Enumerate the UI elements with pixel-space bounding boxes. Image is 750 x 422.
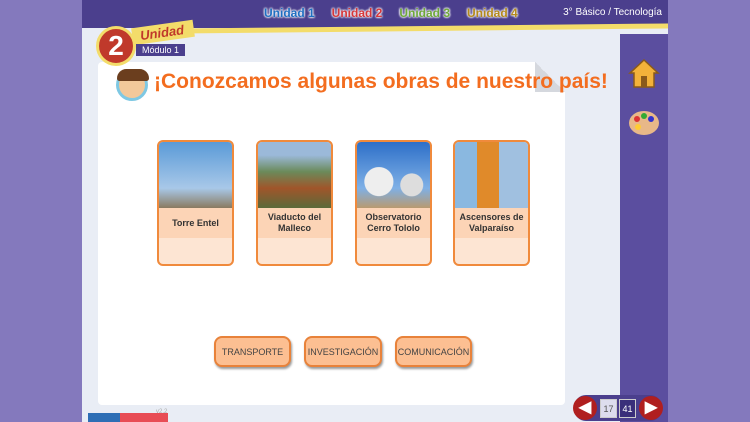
tile-viaducto[interactable]: Viaducto del Malleco [256,140,333,266]
total-pages: 41 [619,399,636,418]
unit-1-link[interactable]: Unidad 1 [264,6,315,20]
unit-nav: Unidad 1 Unidad 2 Unidad 3 Unidad 4 [264,6,518,20]
transporte-button[interactable]: TRANSPORTE [214,336,291,367]
next-arrow-icon[interactable]: ▶ [639,396,663,420]
tile-label: Ascensores de Valparaíso [455,208,528,238]
torre-entel-image [159,142,232,208]
page-title: ¡Conozcamos algunas obras de nuestro paí… [154,70,608,93]
unit-number-badge: 2 [96,26,136,66]
grade-label: 3° Básico / Tecnología [563,7,662,18]
module-label: Módulo 1 [136,44,186,56]
unit-2-link[interactable]: Unidad 2 [332,6,383,20]
tile-label: Torre Entel [159,208,232,238]
tile-label: Viaducto del Malleco [258,208,331,238]
version-label: v2.2 [156,409,168,415]
tile-torre-entel[interactable]: Torre Entel [157,140,234,266]
boy-avatar-icon [116,69,149,101]
tile-ascensores[interactable]: Ascensores de Valparaíso [453,140,530,266]
tile-label: Observatorio Cerro Tololo [357,208,430,238]
home-icon[interactable] [628,58,660,88]
investigacion-button[interactable]: INVESTIGACIÓN [304,336,382,367]
unit-4-link[interactable]: Unidad 4 [467,6,518,20]
current-page: 17 [600,399,617,418]
sidebar [620,34,668,422]
observatorio-image [357,142,430,208]
ascensores-image [455,142,528,208]
comunicacion-button[interactable]: COMUNICACIÓN [395,336,472,367]
unit-3-link[interactable]: Unidad 3 [399,6,450,20]
tile-observatorio[interactable]: Observatorio Cerro Tololo [355,140,432,266]
viaducto-image [258,142,331,208]
prev-arrow-icon[interactable]: ◀ [573,396,597,420]
palette-icon[interactable] [628,108,660,138]
